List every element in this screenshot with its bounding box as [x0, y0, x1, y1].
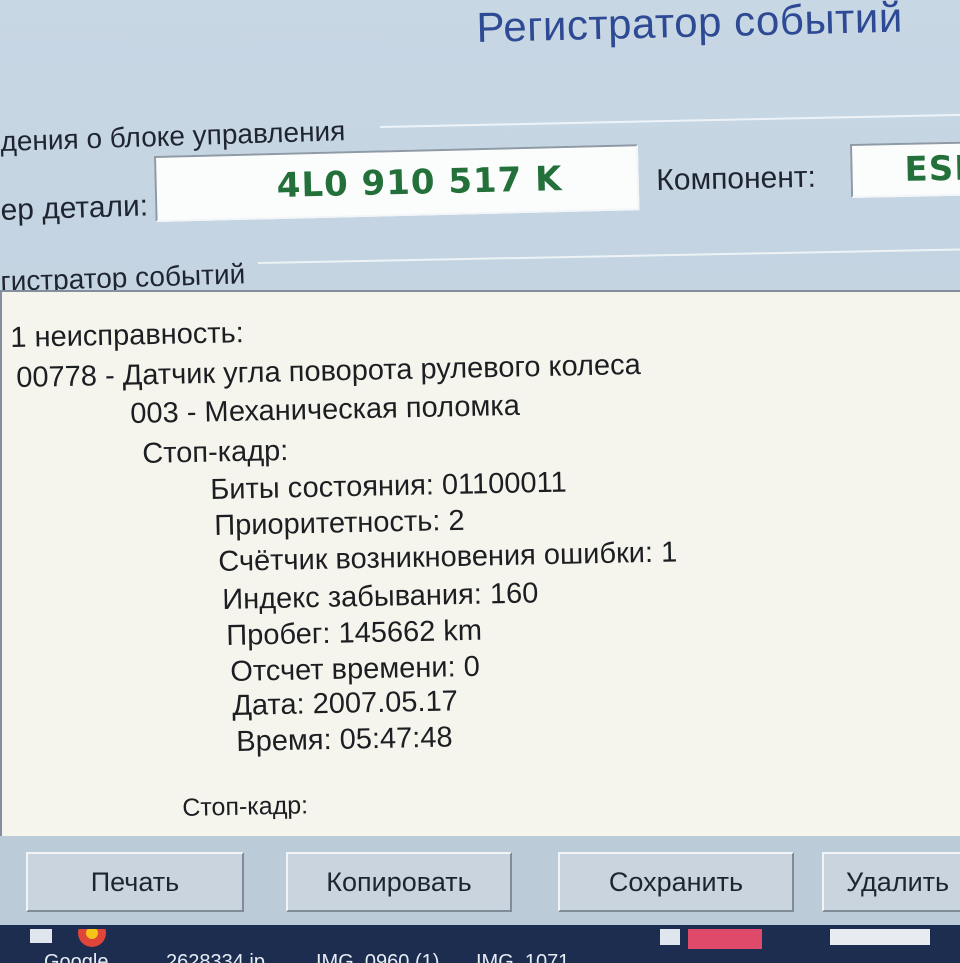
- log-line-freeze-frame-1: Стоп-кадр:: [142, 434, 289, 470]
- part-number-field[interactable]: 4L0 910 517 K: [154, 144, 640, 222]
- log-line-fault-type: 003 - Механическая поломка: [130, 389, 521, 430]
- taskbar-label-img-0960: IMG_0960 (1): [316, 951, 440, 963]
- component-label: Компонент:: [656, 160, 817, 197]
- event-log-textarea[interactable]: 1 неисправность: 00778 - Датчик угла пов…: [0, 290, 960, 836]
- log-line-fault-count: 1 неисправность:: [10, 317, 245, 354]
- taskbar-item-google[interactable]: Google: [30, 925, 110, 963]
- part-number-value: 4L0 910 517 K: [276, 159, 563, 207]
- part-number-label: ер детали:: [0, 189, 149, 227]
- log-line-forget-index: Индекс забывания: 160: [222, 577, 539, 616]
- log-line-error-counter: Счётчик возникновения ошибки: 1: [218, 536, 678, 578]
- print-button[interactable]: Печать: [26, 852, 244, 912]
- window-title: Регистратор событий: [476, 0, 904, 51]
- log-line-time-count: Отсчет времени: 0: [230, 650, 481, 688]
- log-line-status-bits: Биты состояния: 01100011: [210, 466, 568, 506]
- component-value: ESI: [904, 148, 960, 190]
- component-field[interactable]: ESI: [850, 141, 960, 198]
- copy-button[interactable]: Копировать: [286, 852, 512, 912]
- log-line-date: Дата: 2007.05.17: [232, 685, 459, 722]
- taskbar-label-google: Google: [44, 951, 109, 963]
- log-line-freeze-frame-2: Стоп-кадр:: [182, 791, 309, 822]
- document-icon: [830, 929, 930, 945]
- chrome-icon: [30, 925, 106, 947]
- delete-button[interactable]: Удалить: [822, 852, 960, 912]
- log-line-mileage: Пробег: 145662 km: [226, 614, 483, 652]
- taskbar-label-jpg: 2628334.jp: [166, 951, 265, 963]
- log-line-priority: Приоритетность: 2: [214, 504, 465, 542]
- save-button[interactable]: Сохранить: [558, 852, 794, 912]
- taskbar-label-img-1071: IMG_1071: [476, 951, 570, 963]
- app-window: Регистратор событий дения о блоке управл…: [0, 0, 960, 925]
- taskbar-item-shortcut[interactable]: [660, 929, 770, 956]
- event-log-group-border: [258, 248, 960, 264]
- log-line-fault-code: 00778 - Датчик угла поворота рулевого ко…: [16, 348, 642, 394]
- ecu-info-group-border: [380, 113, 960, 128]
- shortcut-icon: [660, 929, 762, 949]
- log-line-time: Время: 05:47:48: [236, 721, 453, 758]
- os-taskbar: Google 2628334.jp IMG_0960 (1) IMG_1071: [0, 925, 960, 963]
- taskbar-item-doc[interactable]: [830, 929, 930, 956]
